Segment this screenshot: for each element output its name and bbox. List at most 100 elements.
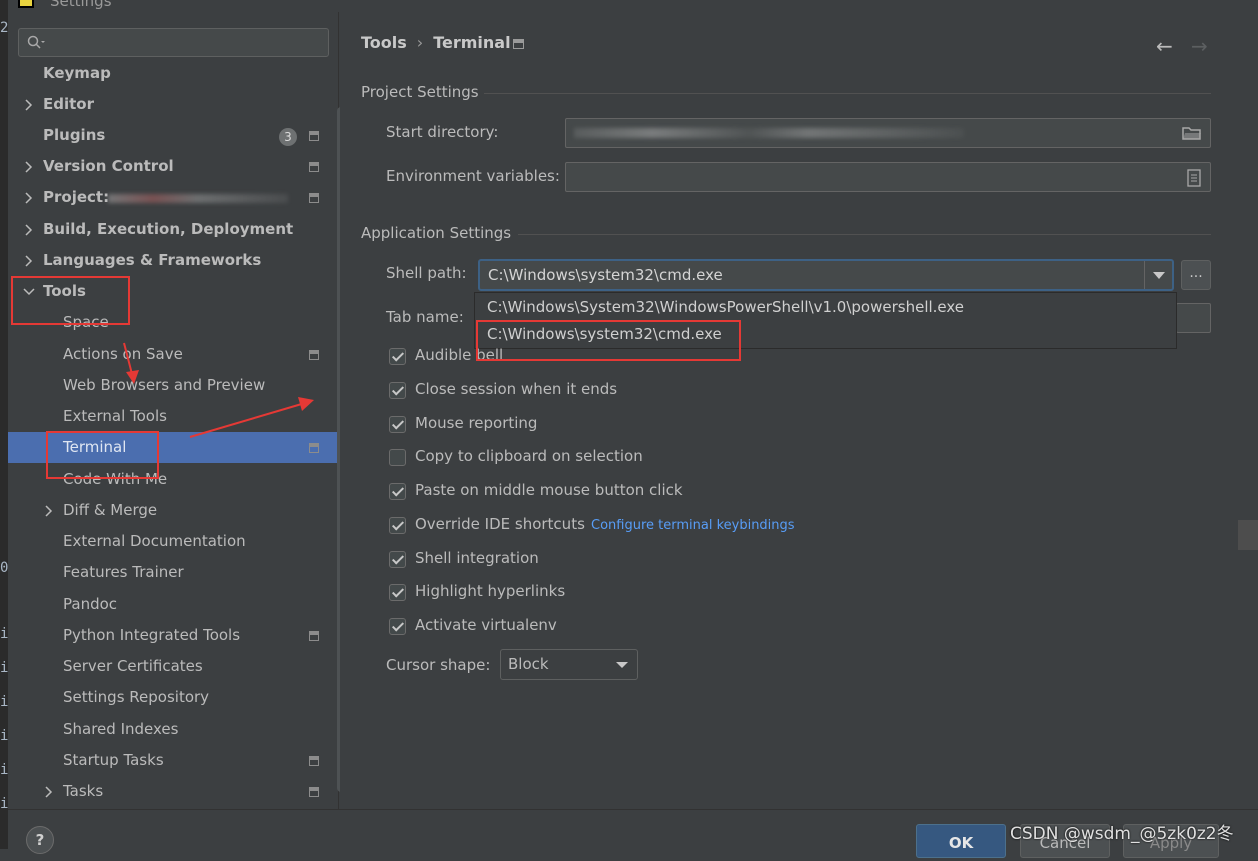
tree-item-plugins[interactable]: Plugins 3	[8, 120, 339, 151]
app-icon	[18, 0, 34, 8]
project-scope-icon	[513, 39, 524, 49]
checkbox[interactable]	[389, 382, 406, 399]
chevron-right-icon[interactable]	[22, 160, 36, 174]
checkbox[interactable]	[389, 483, 406, 500]
tab-name-input[interactable]	[1176, 303, 1211, 333]
help-button[interactable]: ?	[26, 826, 54, 854]
tree-item-build-execution-deployment[interactable]: Build, Execution, Deployment	[8, 214, 339, 245]
breadcrumb: Tools › Terminal	[361, 33, 511, 52]
project-scope-icon	[309, 443, 319, 453]
checkbox-label: Highlight hyperlinks	[415, 582, 566, 600]
tree-item-shared-indexes[interactable]: Shared Indexes	[8, 714, 339, 745]
tree-item-project[interactable]: Project:	[8, 182, 339, 213]
tree-item-keymap[interactable]: Keymap	[8, 58, 339, 89]
checkbox-label: Override IDE shortcuts	[415, 515, 585, 533]
environment-variables-input[interactable]	[565, 162, 1211, 192]
tree-item-editor[interactable]: Editor	[8, 89, 339, 120]
dropdown-arrow-icon[interactable]	[1144, 261, 1172, 289]
cursor-shape-value: Block	[508, 655, 549, 673]
project-scope-icon	[309, 787, 319, 797]
checkbox-label: Copy to clipboard on selection	[415, 447, 643, 465]
tree-item-label: Version Control	[43, 157, 174, 175]
start-directory-label: Start directory:	[386, 123, 499, 141]
checkbox[interactable]	[389, 348, 406, 365]
checkbox-label: Paste on middle mouse button click	[415, 481, 683, 499]
chevron-right-icon[interactable]	[22, 223, 36, 237]
project-scope-icon	[309, 350, 319, 360]
tree-item-label: Languages & Frameworks	[43, 251, 262, 269]
tree-item-label: Pandoc	[63, 595, 118, 613]
project-scope-icon	[309, 756, 319, 766]
tree-item-external-tools[interactable]: External Tools	[8, 401, 339, 432]
checkbox[interactable]	[389, 551, 406, 568]
tree-item-startup-tasks[interactable]: Startup Tasks	[8, 745, 339, 776]
folder-icon[interactable]	[1182, 125, 1202, 141]
tree-item-label: Web Browsers and Preview	[63, 376, 266, 394]
start-directory-input[interactable]	[565, 118, 1211, 148]
chevron-right-icon[interactable]	[42, 785, 56, 799]
tree-item-label: External Documentation	[63, 532, 246, 550]
checkbox[interactable]	[389, 618, 406, 635]
tree-item-web-browsers[interactable]: Web Browsers and Preview	[8, 370, 339, 401]
watermark: CSDN @wsdm_@5zk0z2冬	[1010, 824, 1234, 844]
chevron-right-icon[interactable]	[42, 504, 56, 518]
tree-item-python-integrated-tools[interactable]: Python Integrated Tools	[8, 620, 339, 651]
chevron-right-icon[interactable]	[22, 254, 36, 268]
chevron-right-icon[interactable]	[22, 98, 36, 112]
tree-item-label: Keymap	[43, 64, 111, 82]
dialog-titlebar: Settings	[8, 0, 1258, 12]
tree-item-version-control[interactable]: Version Control	[8, 151, 339, 182]
section-divider	[518, 234, 1211, 235]
shell-path-combobox[interactable]: C:\Windows\system32\cmd.exe	[478, 259, 1174, 291]
tree-item-label: Tasks	[63, 782, 104, 800]
document-icon[interactable]	[1186, 169, 1202, 187]
checkbox[interactable]	[389, 416, 406, 433]
tree-item-features-trainer[interactable]: Features Trainer	[8, 557, 339, 588]
checkbox[interactable]	[389, 517, 406, 534]
dialog-title: Settings	[50, 0, 112, 10]
chevron-right-icon[interactable]	[22, 191, 36, 205]
configure-keybindings-link[interactable]: Configure terminal keybindings	[591, 518, 795, 533]
project-settings-title: Project Settings	[361, 83, 479, 101]
checkbox[interactable]	[389, 449, 406, 466]
tree-item-actions-on-save[interactable]: Actions on Save	[8, 339, 339, 370]
redacted-path	[574, 128, 964, 138]
browse-shell-button[interactable]: ...	[1181, 260, 1211, 290]
terminal-settings-panel: Tools › Terminal ← → Project Settings Star…	[340, 12, 1258, 809]
tree-item-label: Editor	[43, 95, 94, 113]
project-scope-icon	[309, 131, 319, 141]
tree-item-languages-frameworks[interactable]: Languages & Frameworks	[8, 245, 339, 276]
tree-item-label: Server Certificates	[63, 657, 203, 675]
breadcrumb-parent[interactable]: Tools	[361, 33, 407, 52]
tree-item-label: Project:	[43, 188, 110, 206]
checkbox-label: Activate virtualenv	[415, 616, 557, 634]
checkbox-label: Mouse reporting	[415, 414, 538, 432]
tree-item-label: Diff & Merge	[63, 501, 158, 519]
tree-item-label: Shared Indexes	[63, 720, 179, 738]
tree-item-label: Features Trainer	[63, 563, 184, 581]
breadcrumb-current: Terminal	[433, 33, 511, 52]
tree-item-server-certificates[interactable]: Server Certificates	[8, 651, 339, 682]
shell-option-powershell[interactable]: C:\Windows\System32\WindowsPowerShell\v1…	[487, 298, 964, 316]
tree-item-pandoc[interactable]: Pandoc	[8, 589, 339, 620]
forward-arrow-icon[interactable]: →	[1191, 34, 1208, 58]
dialog-footer: ? OK Cancel Apply CSDN @wsdm_@5zk0z2冬	[8, 809, 1258, 858]
tree-item-label: Startup Tasks	[63, 751, 164, 769]
tree-item-tasks[interactable]: Tasks	[8, 776, 339, 807]
cursor-shape-select[interactable]: Block	[500, 649, 638, 680]
tree-item-external-documentation[interactable]: External Documentation	[8, 526, 339, 557]
shell-path-value: C:\Windows\system32\cmd.exe	[488, 266, 723, 284]
checkbox-label: Close session when it ends	[415, 380, 618, 398]
tree-item-settings-repository[interactable]: Settings Repository	[8, 682, 339, 713]
tree-item-diff-merge[interactable]: Diff & Merge	[8, 495, 339, 526]
settings-search-input[interactable]	[18, 28, 329, 57]
section-divider	[484, 93, 1211, 94]
tree-item-label: Build, Execution, Deployment	[43, 220, 294, 238]
checkbox-label: Shell integration	[415, 549, 539, 567]
ok-button[interactable]: OK	[916, 824, 1006, 858]
back-arrow-icon[interactable]: ←	[1156, 34, 1173, 58]
checkbox[interactable]	[389, 584, 406, 601]
project-scope-icon	[309, 162, 319, 172]
project-scope-icon	[309, 193, 319, 203]
project-scope-icon	[309, 631, 319, 641]
